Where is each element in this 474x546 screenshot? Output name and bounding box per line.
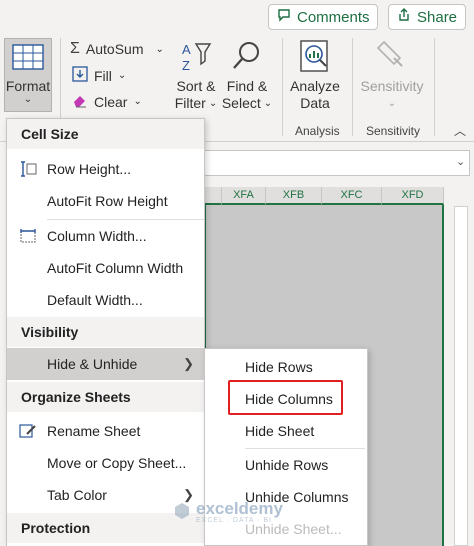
watermark-text: exceldemy EXCEL · DATA · BI <box>196 500 283 524</box>
watermark-tagline: EXCEL · DATA · BI <box>196 517 272 524</box>
autosum-label: AutoSum <box>85 41 144 57</box>
ribbon-separator <box>434 38 435 136</box>
comments-button[interactable]: Comments <box>268 4 378 30</box>
clear-button[interactable]: Clear ⌄ <box>72 92 142 111</box>
fill-label: Fill <box>94 67 112 84</box>
sigma-icon: Σ <box>70 40 80 57</box>
sensitivity-button[interactable]: Sensitivity ⌄ <box>358 38 426 112</box>
format-button[interactable]: Format ⌄ <box>4 38 52 112</box>
sensitivity-label: Sensitivity <box>360 78 424 94</box>
autofit-row-height-label: AutoFit Row Height <box>47 193 168 209</box>
share-label: Share <box>417 8 458 26</box>
default-width-label: Default Width... <box>47 292 143 308</box>
column-width-label: Column Width... <box>47 228 147 244</box>
chevron-down-icon: ⌄ <box>387 98 397 109</box>
menu-item-row-height[interactable]: Row Height... <box>7 153 204 185</box>
analyze-label-2: Data <box>300 95 330 111</box>
sort-filter-label-2: Filter <box>174 95 206 111</box>
clear-label: Clear <box>94 93 128 110</box>
ribbon-separator <box>282 38 283 136</box>
vertical-scrollbar[interactable] <box>454 206 468 546</box>
svg-text:Z: Z <box>182 58 190 73</box>
analyze-label-1: Analyze <box>290 78 340 94</box>
section-cell-size: Cell Size <box>7 119 204 149</box>
magnifier-icon <box>229 38 265 78</box>
menu-item-rename-sheet[interactable]: Rename Sheet <box>7 415 204 447</box>
format-menu: Cell Size Row Height... AutoFit Row Heig… <box>6 118 205 546</box>
sort-filter-icon: AZ <box>178 38 214 78</box>
row-height-icon <box>19 160 37 178</box>
submenu-item-unhide-rows[interactable]: Unhide Rows <box>205 449 367 481</box>
exceldemy-watermark: exceldemy EXCEL · DATA · BI <box>172 500 283 524</box>
chevron-down-icon: ⌄ <box>263 98 273 109</box>
eraser-icon <box>72 92 88 111</box>
fill-down-icon <box>72 66 88 85</box>
group-label-sensitivity: Sensitivity <box>366 124 421 138</box>
excel-window: Comments Share Σ AutoSum ⌄ Fill ⌄ Clear <box>0 0 474 546</box>
find-select-label-row: Select ⌄ <box>222 95 272 112</box>
hide-unhide-label: Hide & Unhide <box>47 356 138 372</box>
comments-label: Comments <box>297 8 370 26</box>
menu-item-column-width[interactable]: Column Width... <box>7 220 204 252</box>
find-select-label-2: Select <box>221 95 261 111</box>
menu-item-move-copy-sheet[interactable]: Move or Copy Sheet... <box>7 447 204 479</box>
analyze-data-icon <box>297 38 333 78</box>
watermark-name: exceldemy <box>196 499 283 518</box>
collapse-ribbon-icon[interactable]: ︿ <box>454 122 466 139</box>
chevron-down-icon: ⌄ <box>208 98 218 109</box>
find-select-button[interactable]: Find & Select ⌄ <box>222 38 272 112</box>
menu-item-autofit-row-height[interactable]: AutoFit Row Height <box>7 185 204 217</box>
share-button[interactable]: Share <box>388 4 466 30</box>
column-width-icon <box>19 227 37 245</box>
column-header-xfb[interactable]: XFB <box>266 187 322 205</box>
column-header-edge <box>204 187 222 205</box>
svg-text:A: A <box>182 42 191 57</box>
highlight-box <box>228 380 343 415</box>
row-height-label: Row Height... <box>47 161 132 177</box>
sensitivity-icon <box>374 38 410 78</box>
chevron-down-icon: ⌄ <box>23 94 33 105</box>
tab-color-label: Tab Color <box>47 487 107 503</box>
submenu-item-hide-sheet[interactable]: Hide Sheet <box>205 415 367 447</box>
rename-sheet-label: Rename Sheet <box>47 423 141 439</box>
analyze-data-button[interactable]: Analyze Data <box>288 38 342 112</box>
autosum-button[interactable]: Σ AutoSum ⌄ <box>70 40 164 58</box>
sort-filter-button[interactable]: AZ Sort & Filter ⌄ <box>172 38 220 112</box>
chevron-down-icon: ⌄ <box>155 43 164 55</box>
menu-item-hide-unhide[interactable]: Hide & Unhide ❯ <box>7 348 204 380</box>
find-select-label-1: Find & <box>226 78 268 94</box>
submenu-item-hide-rows[interactable]: Hide Rows <box>205 351 367 383</box>
chevron-down-icon: ⌄ <box>117 70 127 81</box>
sort-filter-label-1: Sort & <box>176 78 216 94</box>
chevron-right-icon: ❯ <box>183 356 194 371</box>
column-header-xfa[interactable]: XFA <box>222 187 266 205</box>
format-cells-icon <box>11 43 45 76</box>
section-organize-sheets: Organize Sheets <box>7 382 204 412</box>
share-icon <box>397 8 411 26</box>
group-label-analysis: Analysis <box>295 124 340 138</box>
menu-item-default-width[interactable]: Default Width... <box>7 284 204 316</box>
menu-item-autofit-column-width[interactable]: AutoFit Column Width <box>7 252 204 284</box>
ribbon-separator <box>352 38 353 136</box>
column-header-xfd[interactable]: XFD <box>382 187 444 205</box>
exceldemy-logo-icon <box>172 501 192 524</box>
section-visibility: Visibility <box>7 317 204 347</box>
autofit-column-width-label: AutoFit Column Width <box>47 260 184 276</box>
move-copy-sheet-label: Move or Copy Sheet... <box>47 455 187 471</box>
fill-button[interactable]: Fill ⌄ <box>72 66 126 85</box>
expand-formula-bar-icon[interactable]: ⌄ <box>456 155 465 168</box>
comment-icon <box>277 8 291 26</box>
chevron-down-icon: ⌄ <box>133 96 142 107</box>
sort-filter-label-row: Filter ⌄ <box>175 95 218 112</box>
column-header-xfc[interactable]: XFC <box>322 187 382 205</box>
format-label: Format <box>5 78 51 94</box>
formula-bar[interactable] <box>204 150 470 176</box>
rename-sheet-icon <box>19 422 37 440</box>
